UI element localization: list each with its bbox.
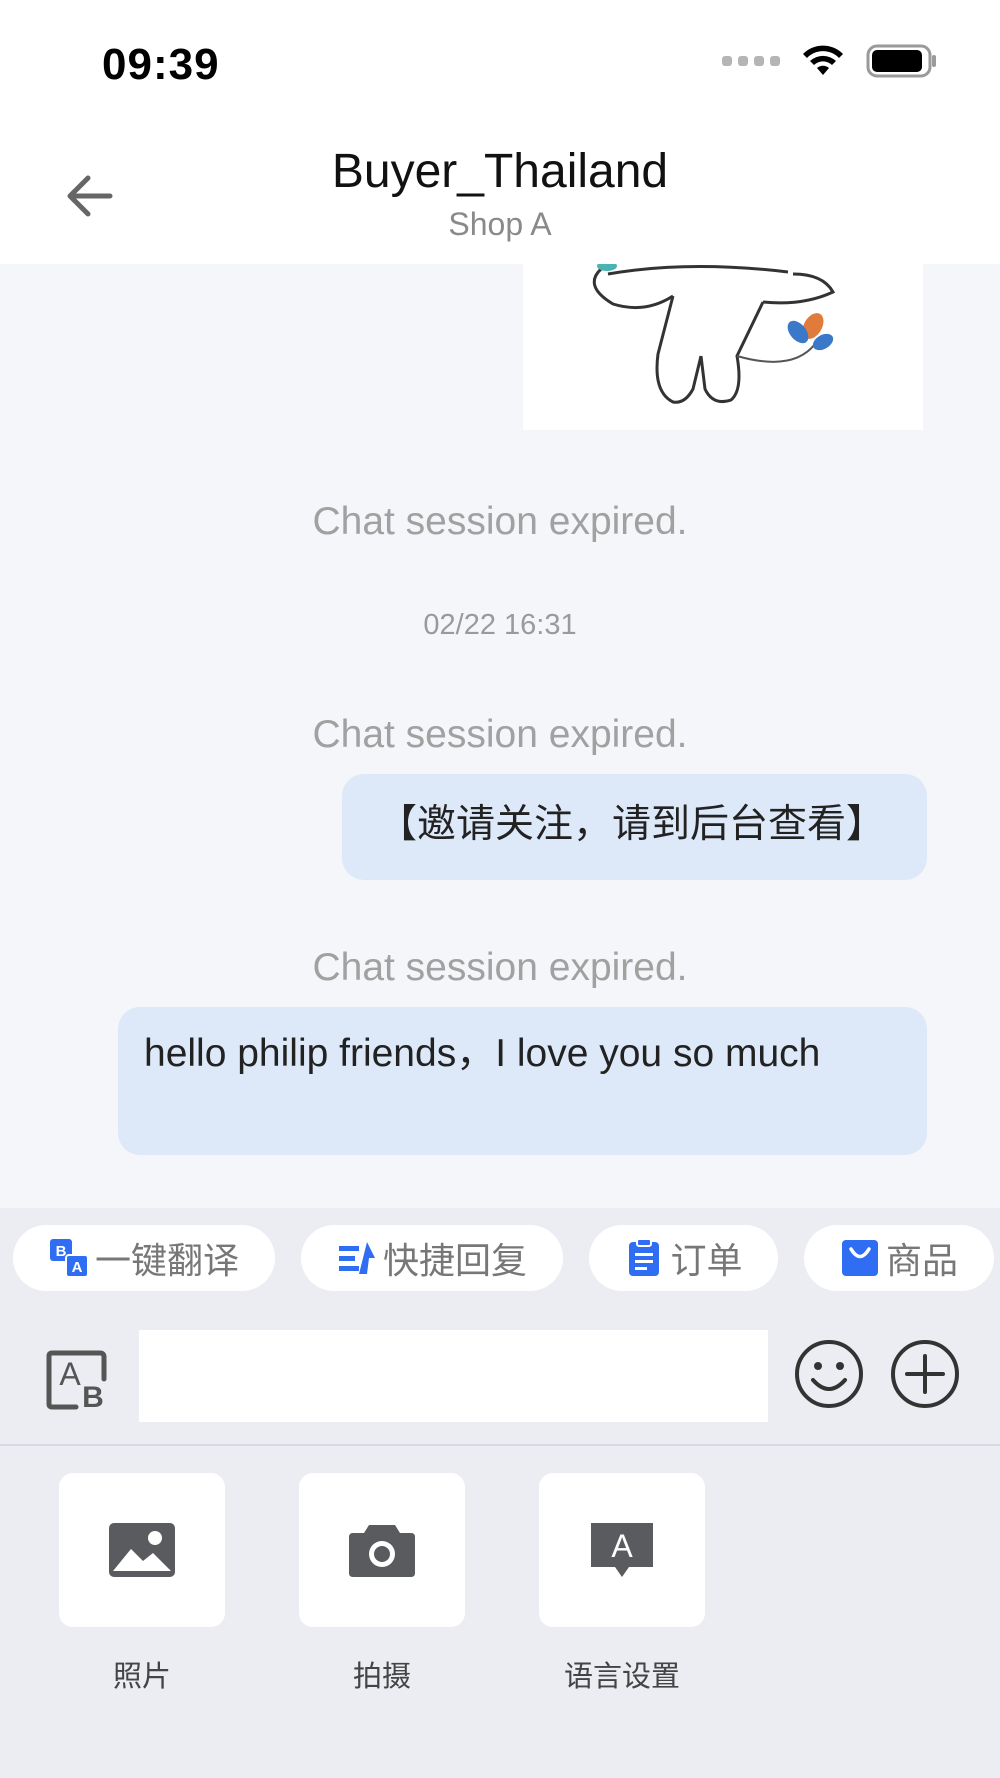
sticker-image (592, 264, 836, 404)
more-button[interactable] (889, 1338, 961, 1410)
language-setting-tool[interactable]: A 语言设置 (539, 1473, 705, 1695)
svg-text:A: A (72, 1259, 83, 1276)
status-bar: 09:39 (0, 0, 1000, 128)
photo-tool-card[interactable] (59, 1473, 225, 1627)
product-bag-icon (841, 1240, 878, 1276)
product-button[interactable]: 商品 (804, 1225, 994, 1291)
chip-label: 快捷回复 (382, 1240, 527, 1281)
system-message: Chat session expired. (312, 946, 688, 989)
chat-header: Buyer_Thailand Shop A (0, 128, 1000, 264)
chip-label: 订单 (670, 1240, 743, 1281)
svg-text:A: A (59, 1356, 81, 1392)
shop-name: Shop A (448, 206, 552, 242)
language-setting-icon: A (591, 1523, 653, 1577)
image-icon (109, 1523, 175, 1577)
translate-icon: B A (49, 1239, 89, 1278)
plus-circle-icon (891, 1340, 959, 1408)
camera-tool-card[interactable] (299, 1473, 465, 1627)
order-icon (629, 1238, 660, 1276)
system-message: Chat session expired. (312, 713, 688, 756)
photo-tool[interactable]: 照片 (59, 1473, 225, 1695)
wifi-icon (803, 45, 843, 75)
translate-toggle-button[interactable]: A B (46, 1349, 108, 1414)
message-timestamp: 02/22 16:31 (423, 609, 577, 641)
svg-text:B: B (82, 1381, 104, 1411)
system-message: Chat session expired. (312, 500, 688, 543)
photo-tool-label: 照片 (112, 1661, 171, 1693)
battery-icon (866, 44, 936, 78)
status-time: 09:39 (102, 40, 220, 89)
svg-text:A: A (611, 1528, 633, 1564)
camera-icon (349, 1525, 415, 1577)
input-row: A B (0, 1328, 1000, 1428)
sticker-message[interactable] (523, 264, 923, 430)
quick-reply-button[interactable]: 快捷回复 (301, 1225, 563, 1291)
chip-label: 商品 (885, 1240, 958, 1281)
quick-reply-icon (338, 1242, 375, 1274)
translate-button[interactable]: B A 一键翻译 (13, 1225, 275, 1291)
status-icons (722, 44, 938, 78)
svg-text:B: B (56, 1243, 67, 1260)
camera-tool-label: 拍摄 (352, 1661, 411, 1693)
message-bubble[interactable]: 【邀请关注，请到后台查看】 (342, 774, 927, 880)
emoji-button[interactable] (793, 1338, 865, 1410)
contact-name: Buyer_Thailand (331, 145, 669, 198)
chat-messages[interactable]: Chat session expired. 02/22 16:31 Chat s… (0, 264, 1000, 1208)
smiley-icon (795, 1340, 863, 1408)
message-input[interactable] (139, 1330, 768, 1422)
order-button[interactable]: 订单 (589, 1225, 778, 1291)
language-setting-tool-card[interactable]: A (539, 1473, 705, 1627)
chip-label: 一键翻译 (94, 1240, 239, 1281)
camera-tool[interactable]: 拍摄 (299, 1473, 465, 1695)
cellular-signal-icon (722, 56, 780, 66)
language-ab-icon: A B (46, 1350, 107, 1414)
message-bubble[interactable]: hello philip friends，I love you so much (118, 1007, 927, 1155)
language-setting-tool-label: 语言设置 (563, 1661, 680, 1693)
attachment-panel: 照片 拍摄 A 语言设置 (0, 1446, 1000, 1778)
